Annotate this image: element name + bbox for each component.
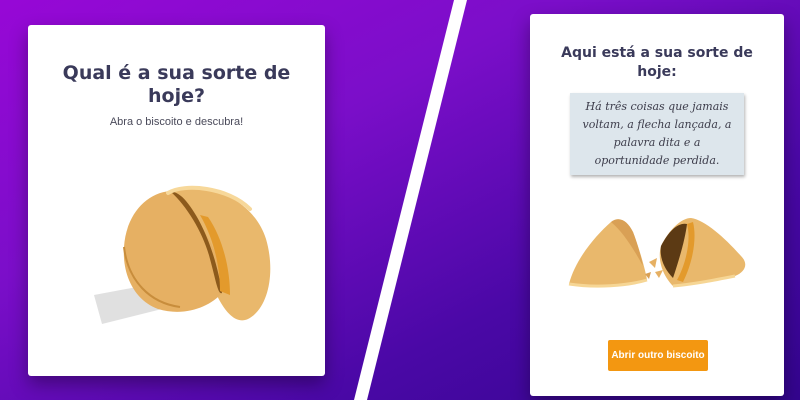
fortune-cookie-broken-icon: [568, 218, 746, 288]
fortune-prompt-card: Qual é a sua sorte de hoje? Abra o bisco…: [28, 25, 325, 376]
fortune-message: Há três coisas que jamais voltam, a flec…: [582, 100, 732, 167]
prompt-subtitle: Abra o biscoito e descubra!: [109, 116, 244, 128]
fortune-cookie-whole-icon[interactable]: [88, 177, 278, 362]
prompt-title: Qual é a sua sorte de hoje?: [62, 62, 291, 107]
result-title: Aqui está a sua sorte de hoje:: [561, 45, 753, 80]
fortune-message-box: Há três coisas que jamais voltam, a flec…: [570, 93, 744, 175]
fortune-result-card: Aqui está a sua sorte de hoje: Há três c…: [530, 14, 784, 396]
open-another-cookie-button[interactable]: Abrir outro biscoito: [608, 340, 708, 371]
